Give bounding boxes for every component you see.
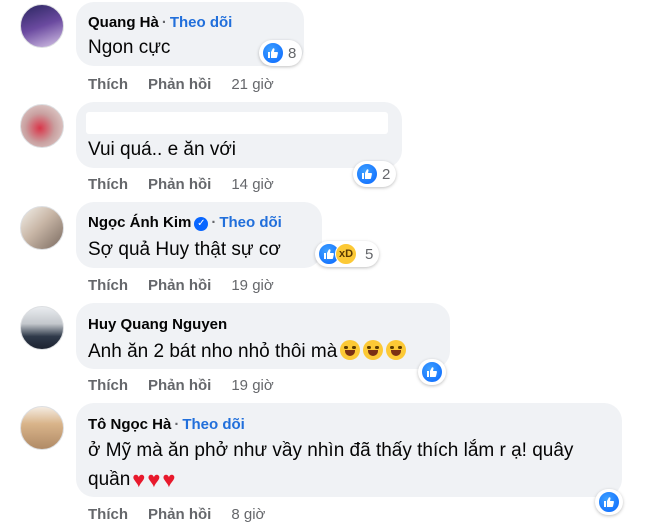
reaction-summary[interactable]: xD 5	[315, 241, 380, 267]
like-icon	[262, 42, 284, 64]
like-icon	[598, 491, 620, 513]
reply-button[interactable]: Phản hồi	[148, 506, 211, 523]
reply-button[interactable]: Phản hồi	[148, 176, 211, 193]
reaction-count: 8	[288, 44, 297, 62]
comment-text-line-1: ở Mỹ mà ăn phở như vầy nhìn đã thấy thíc…	[88, 440, 574, 461]
comment-text-body: Anh ăn 2 bát nho nhỏ thôi mà	[88, 341, 338, 362]
comment-text: Sợ quả Huy thật sự cơ	[88, 239, 281, 260]
like-button[interactable]: Thích	[88, 506, 128, 523]
follow-button[interactable]: Theo dõi	[219, 214, 282, 231]
like-button[interactable]: Thích	[88, 76, 128, 93]
comment-text-body: quần	[88, 469, 131, 490]
like-icon	[356, 163, 378, 185]
comment-author[interactable]: Tô Ngọc Hà	[88, 416, 171, 433]
reply-button[interactable]: Phản hồi	[148, 377, 211, 394]
reply-button[interactable]: Phản hồi	[148, 277, 211, 294]
reaction-count: 2	[382, 165, 391, 183]
grinning-tongue-emoji	[363, 340, 384, 360]
comment-text: Vui quá.. e ăn với	[88, 139, 237, 160]
like-button[interactable]: Thích	[88, 277, 128, 294]
follow-button[interactable]: Theo dõi	[170, 14, 233, 31]
comment-actions: Thích Phản hồi 14 giờ	[88, 176, 294, 193]
comment-actions: Thích Phản hồi 19 giờ	[88, 377, 294, 394]
comment-time[interactable]: 14 giờ	[231, 176, 273, 193]
grinning-tongue-emoji	[340, 340, 361, 360]
red-heart-emoji: ♥	[132, 467, 146, 492]
comment-author[interactable]: Huy Quang Nguyen	[88, 316, 227, 333]
reply-button[interactable]: Phản hồi	[148, 76, 211, 93]
comment-text: Anh ăn 2 bát nho nhỏ thôi mà	[88, 340, 407, 363]
comment-text-line-2: quần♥♥♥	[88, 467, 175, 493]
comment-time[interactable]: 19 giờ	[231, 277, 273, 294]
like-icon	[421, 361, 443, 383]
comment-time[interactable]: 19 giờ	[231, 377, 273, 394]
comment-bubble: Vui quá.. e ăn với	[76, 102, 402, 168]
reaction-summary[interactable]: 8	[259, 40, 303, 66]
red-heart-emoji: ♥	[147, 467, 161, 492]
comment-bubble: Huy Quang Nguyen Anh ăn 2 bát nho nhỏ th…	[76, 303, 450, 369]
avatar[interactable]	[20, 206, 64, 250]
reaction-summary[interactable]	[595, 489, 623, 515]
comment-author[interactable]: Ngọc Ánh Kim	[88, 214, 191, 231]
haha-icon: xD	[335, 243, 357, 265]
verified-badge-icon: ✓	[194, 216, 209, 231]
avatar[interactable]	[20, 104, 64, 148]
comment-actions: Thích Phản hồi 21 giờ	[88, 76, 294, 93]
avatar[interactable]	[20, 406, 64, 450]
grinning-tongue-emoji	[386, 340, 407, 360]
avatar[interactable]	[20, 4, 64, 48]
reaction-summary[interactable]: 2	[353, 161, 397, 187]
reaction-summary[interactable]	[418, 359, 446, 385]
comment-actions: Thích Phản hồi 8 giờ	[88, 506, 285, 523]
comment-bubble: Ngọc Ánh Kim ✓ · Theo dõi Sợ quả Huy thật s…	[76, 202, 322, 268]
comment-author[interactable]: Quang Hà	[88, 14, 159, 31]
like-button[interactable]: Thích	[88, 377, 128, 394]
comment-time[interactable]: 8 giờ	[231, 506, 265, 523]
comment-time[interactable]: 21 giờ	[231, 76, 273, 93]
follow-button[interactable]: Theo dõi	[182, 416, 245, 433]
comment-bubble: Tô Ngọc Hà · Theo dõi ở Mỹ mà ăn phở như v…	[76, 403, 622, 497]
reaction-count: 5	[365, 245, 374, 263]
red-heart-emoji: ♥	[162, 467, 176, 492]
like-button[interactable]: Thích	[88, 176, 128, 193]
avatar[interactable]	[20, 306, 64, 350]
comment-actions: Thích Phản hồi 19 giờ	[88, 277, 294, 294]
blurred-author-name	[86, 112, 388, 134]
comment-text: Ngon cực	[88, 37, 171, 58]
